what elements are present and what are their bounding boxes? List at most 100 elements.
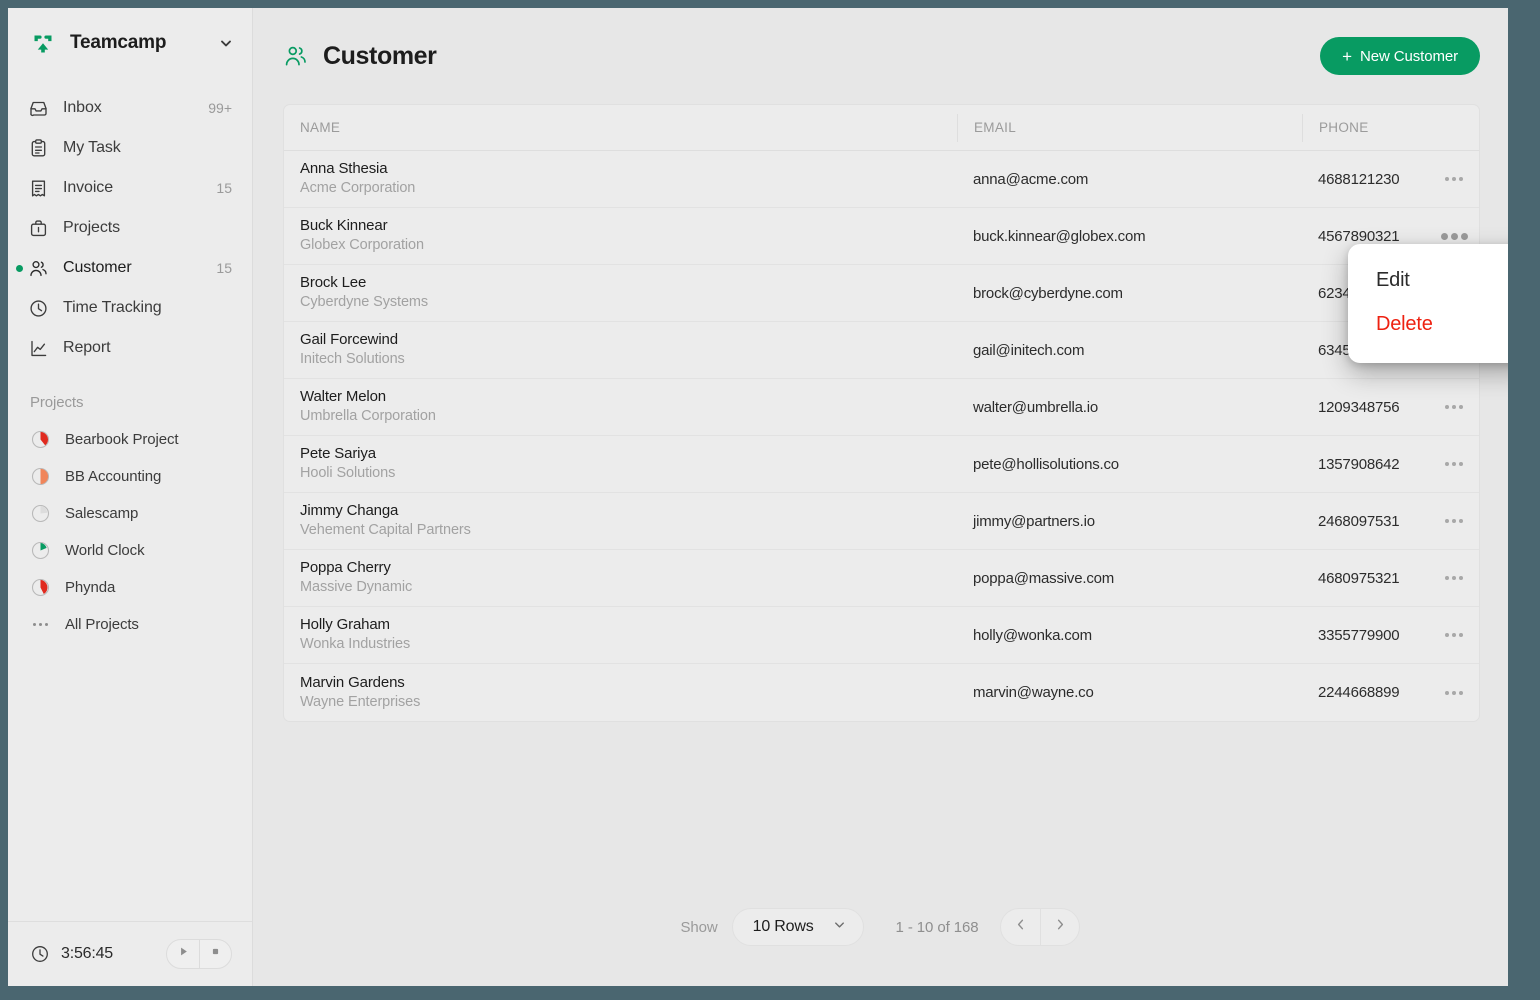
sidebar-item-invoice[interactable]: Invoice 15 [8,168,252,208]
cell-name: Pete Sariya Hooli Solutions [284,444,957,484]
customer-org: Umbrella Corporation [300,407,957,427]
customer-org: Wonka Industries [300,635,957,655]
column-header-name: NAME [284,114,957,142]
projects-section-title: Projects [8,368,252,421]
customer-phone: 4680975321 [1318,570,1437,587]
project-label: Salescamp [65,505,138,522]
row-actions-button[interactable] [1437,509,1471,533]
customer-phone: 4567890321 [1318,228,1437,245]
project-label: World Clock [65,542,144,559]
sidebar-project-bb-accounting[interactable]: BB Accounting [8,458,252,495]
customer-org: Cyberdyne Systems [300,293,957,313]
sidebar-all-projects[interactable]: All Projects [8,606,252,643]
timer-bar: 3:56:45 [8,921,252,986]
ellipsis-icon [30,614,51,635]
inbox-badge: 99+ [208,100,232,116]
project-label: Phynda [65,579,115,596]
sidebar-item-report[interactable]: Report [8,328,252,368]
cell-email: anna@acme.com [957,171,1302,188]
sidebar-item-my-task[interactable]: My Task [8,128,252,168]
sidebar-item-time-tracking[interactable]: Time Tracking [8,288,252,328]
sidebar-project-bearbook-project[interactable]: Bearbook Project [8,421,252,458]
context-menu-edit[interactable]: Edit [1348,260,1508,301]
new-customer-button[interactable]: + New Customer [1320,37,1480,75]
workspace-switcher[interactable]: Teamcamp [8,8,252,78]
table-row[interactable]: Brock Lee Cyberdyne Systems brock@cyberd… [284,265,1479,322]
pagination-bar: Show 10 Rows 1 - 10 of 168 [253,908,1508,946]
row-actions-button[interactable] [1437,623,1471,647]
table-header-row: NAME EMAIL PHONE [284,105,1479,151]
cell-email: buck.kinnear@globex.com [957,228,1302,245]
cell-name: Marvin Gardens Wayne Enterprises [284,673,957,713]
customer-org: Initech Solutions [300,350,957,370]
invoice-icon [28,178,49,199]
table-row[interactable]: Poppa Cherry Massive Dynamic poppa@massi… [284,550,1479,607]
cell-phone: 2244668899 [1302,681,1479,705]
next-page-button[interactable] [1040,909,1079,945]
table-row[interactable]: Pete Sariya Hooli Solutions pete@holliso… [284,436,1479,493]
sidebar-item-customer[interactable]: Customer 15 [8,248,252,288]
progress-pie-icon [30,540,51,561]
table-row[interactable]: Marvin Gardens Wayne Enterprises marvin@… [284,664,1479,721]
customer-phone: 1357908642 [1318,456,1437,473]
row-actions-button[interactable] [1437,452,1471,476]
timer-controls [166,939,232,969]
cell-email: poppa@massive.com [957,570,1302,587]
chevron-right-icon [1053,917,1068,937]
all-projects-label: All Projects [65,616,139,633]
cell-name: Anna Sthesia Acme Corporation [284,159,957,199]
customer-name: Walter Melon [300,387,957,407]
app-window: Teamcamp Inbox 99+ [8,8,1508,986]
cell-name: Gail Forcewind Initech Solutions [284,330,957,370]
chevron-down-icon [218,35,234,51]
sidebar-item-label: Inbox [63,99,194,117]
sidebar-project-world-clock[interactable]: World Clock [8,532,252,569]
main-nav: Inbox 99+ My Task [8,78,252,368]
previous-page-button[interactable] [1001,909,1040,945]
row-actions-button[interactable] [1437,167,1471,191]
customer-phone: 3355779900 [1318,627,1437,644]
customer-name: Marvin Gardens [300,673,957,693]
row-context-menu: Edit Delete [1348,244,1508,363]
customer-name: Pete Sariya [300,444,957,464]
customer-name: Gail Forcewind [300,330,957,350]
table-row[interactable]: Jimmy Changa Vehement Capital Partners j… [284,493,1479,550]
customer-org: Acme Corporation [300,179,957,199]
main-content: Customer + New Customer NAME EMAIL PHONE… [253,8,1508,986]
cell-phone: 2468097531 [1302,509,1479,533]
cell-phone: 1357908642 [1302,452,1479,476]
sidebar-item-inbox[interactable]: Inbox 99+ [8,88,252,128]
inbox-icon [28,98,49,119]
sidebar-project-salescamp[interactable]: Salescamp [8,495,252,532]
row-actions-button[interactable] [1437,395,1471,419]
customer-phone: 1209348756 [1318,399,1437,416]
table-row[interactable]: Gail Forcewind Initech Solutions gail@in… [284,322,1479,379]
row-actions-button[interactable] [1437,566,1471,590]
table-row[interactable]: Holly Graham Wonka Industries holly@wonk… [284,607,1479,664]
plus-icon: + [1342,48,1352,65]
users-icon [283,43,309,69]
sidebar-item-projects[interactable]: Projects [8,208,252,248]
timer-stop-button[interactable] [199,940,231,968]
table-row[interactable]: Walter Melon Umbrella Corporation walter… [284,379,1479,436]
page-title: Customer [323,42,437,71]
sidebar-project-phynda[interactable]: Phynda [8,569,252,606]
row-actions-button[interactable] [1437,681,1471,705]
clock-icon [28,298,49,319]
customer-badge: 15 [216,260,232,276]
chart-line-icon [28,338,49,359]
page-header: Customer + New Customer [253,8,1508,104]
customer-name: Jimmy Changa [300,501,957,521]
rows-per-page-select[interactable]: 10 Rows [732,908,864,946]
cell-name: Walter Melon Umbrella Corporation [284,387,957,427]
cell-name: Holly Graham Wonka Industries [284,615,957,655]
play-icon [177,945,190,963]
table-row[interactable]: Buck Kinnear Globex Corporation buck.kin… [284,208,1479,265]
workspace-name: Teamcamp [70,32,206,54]
context-menu-delete[interactable]: Delete [1348,301,1508,345]
cell-name: Poppa Cherry Massive Dynamic [284,558,957,598]
timer-play-button[interactable] [167,940,199,968]
project-label: BB Accounting [65,468,161,485]
sidebar-item-label: Report [63,339,218,357]
table-row[interactable]: Anna Sthesia Acme Corporation anna@acme.… [284,151,1479,208]
